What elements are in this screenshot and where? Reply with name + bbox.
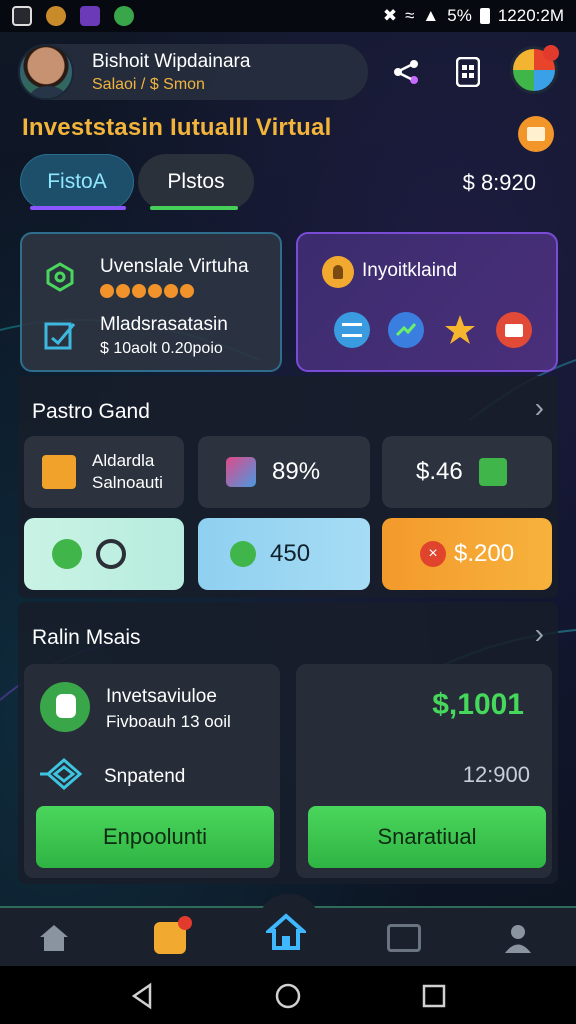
tile-6-value: $.200	[454, 540, 515, 567]
messenger-icon	[80, 6, 100, 26]
tile-3-value: $.46	[416, 458, 463, 485]
system-nav-bar	[0, 966, 576, 1024]
tile-amount[interactable]: $.46	[382, 436, 552, 508]
bulb-icon	[322, 256, 354, 288]
profile-badge-button[interactable]	[510, 45, 559, 94]
target-icon	[40, 758, 88, 790]
shield-icon	[42, 259, 78, 295]
savings-button[interactable]: Snaratiual	[308, 806, 546, 868]
edit-check-icon	[42, 318, 78, 354]
qr-code-icon	[456, 57, 480, 87]
nav-games-button[interactable]	[150, 916, 192, 958]
message-icon	[387, 924, 421, 952]
tile-cost[interactable]: × $.200	[382, 518, 552, 590]
tile-calendar[interactable]: Aldardla Salnoauti	[24, 436, 184, 508]
chat-bubble-icon	[96, 539, 126, 569]
wifi-icon: ≈	[405, 6, 415, 25]
profile-name: Bishoit Wipdainara	[92, 50, 251, 72]
plan-sub: Fivboauh 13 ooil	[106, 712, 231, 731]
nav-center-home-button[interactable]	[266, 912, 306, 952]
profile-pill[interactable]: Bishoit Wipdainara Salaoi / $ Smon	[18, 44, 368, 100]
home-icon	[40, 925, 68, 951]
card-a-title: Uvenslale Virtuha	[100, 256, 249, 277]
mail-badge-icon[interactable]	[518, 116, 554, 152]
balance-value: $ 8:920	[462, 170, 536, 195]
profile-subtitle: Salaoi / $ Smon	[92, 75, 205, 93]
section-2-title: Ralin Msais	[32, 626, 141, 649]
back-icon[interactable]	[128, 982, 156, 1010]
chevron-right-icon[interactable]: ›	[535, 618, 544, 650]
section-1-title: Pastro Gand	[32, 400, 150, 423]
close-circle-icon: ×	[420, 541, 446, 567]
share-icon	[394, 60, 418, 84]
recents-icon[interactable]	[420, 982, 448, 1010]
coin-icon	[230, 541, 256, 567]
card-a-subtitle: Mladsrasatasin	[100, 314, 228, 335]
virtual-account-card[interactable]: Uvenslale Virtuha Mladsrasatasin $ 10aol…	[20, 232, 282, 372]
tile-percent[interactable]: 89%	[198, 436, 370, 508]
app-title: Investstasin Iutualll Virtual	[22, 114, 332, 141]
pointer-icon	[40, 682, 90, 732]
section-panel-1: Pastro Gand › Aldardla Salnoauti 89% $.4…	[18, 376, 558, 598]
card-b-title: Inyoitklaind	[362, 260, 458, 281]
home-circle-icon[interactable]	[274, 982, 302, 1010]
tile-1-line2: Salnoauti	[92, 473, 163, 492]
clock: 1220:2M	[497, 6, 564, 25]
nav-messages-button[interactable]	[384, 918, 424, 958]
app-notification-icon	[46, 6, 66, 26]
box-icon	[42, 455, 76, 489]
whatsapp-icon	[114, 6, 134, 26]
qr-button[interactable]	[446, 50, 490, 94]
tile-5-value: 450	[270, 540, 311, 567]
plan-title: Invetsaviuloe	[106, 686, 217, 707]
plan-action-label: Snpatend	[104, 766, 186, 787]
plan-primary-button[interactable]: Enpoolunti	[36, 806, 274, 868]
tab-second[interactable]: Plstos	[138, 154, 254, 210]
mail-icon[interactable]	[496, 312, 532, 348]
card-a-amount: $ 10aolt 0.20poio	[100, 340, 223, 357]
savings-amount: $,1001	[432, 688, 524, 721]
tab-underline	[150, 206, 238, 210]
tile-1-line1: Aldardla	[92, 450, 155, 470]
gallery-icon	[12, 6, 32, 26]
investment-plan-card[interactable]: Invetsaviuloe Fivboauh 13 ooil Snpatend …	[24, 664, 280, 878]
share-button[interactable]	[384, 50, 428, 94]
tile-check[interactable]	[24, 518, 184, 590]
nav-profile-button[interactable]	[498, 918, 538, 958]
investment-card[interactable]: Inyoitklaind	[296, 232, 558, 372]
signal-icon: ▲	[422, 6, 440, 25]
user-icon	[505, 925, 531, 953]
bluetooth-icon: ✖	[382, 6, 398, 25]
avatar[interactable]	[18, 44, 74, 100]
gift-icon	[226, 457, 256, 487]
game-icon	[154, 916, 192, 954]
star-icon[interactable]	[442, 312, 478, 348]
notification-dot	[543, 45, 559, 61]
tab-underline-active	[30, 206, 126, 210]
check-badge-icon	[52, 539, 82, 569]
wifi-icon[interactable]	[334, 312, 370, 348]
tile-2-value: 89%	[272, 458, 321, 485]
battery-icon	[479, 8, 490, 24]
status-bar: ✖ ≈ ▲ 5% 1220:2M	[0, 0, 576, 32]
tab-first[interactable]: FistoA	[20, 154, 134, 210]
chevron-right-icon[interactable]: ›	[535, 392, 544, 424]
tile-points[interactable]: 450	[198, 518, 370, 590]
battery-percent: 5%	[447, 6, 472, 25]
savings-card[interactable]: $,1001 12:900 Snaratiual	[296, 664, 552, 878]
emoji-rating-icon	[100, 284, 249, 298]
nav-home-button[interactable]	[34, 918, 74, 958]
cube-icon	[478, 458, 507, 486]
home-icon	[266, 913, 306, 950]
savings-time: 12:900	[462, 762, 530, 787]
chart-icon[interactable]	[388, 312, 424, 348]
